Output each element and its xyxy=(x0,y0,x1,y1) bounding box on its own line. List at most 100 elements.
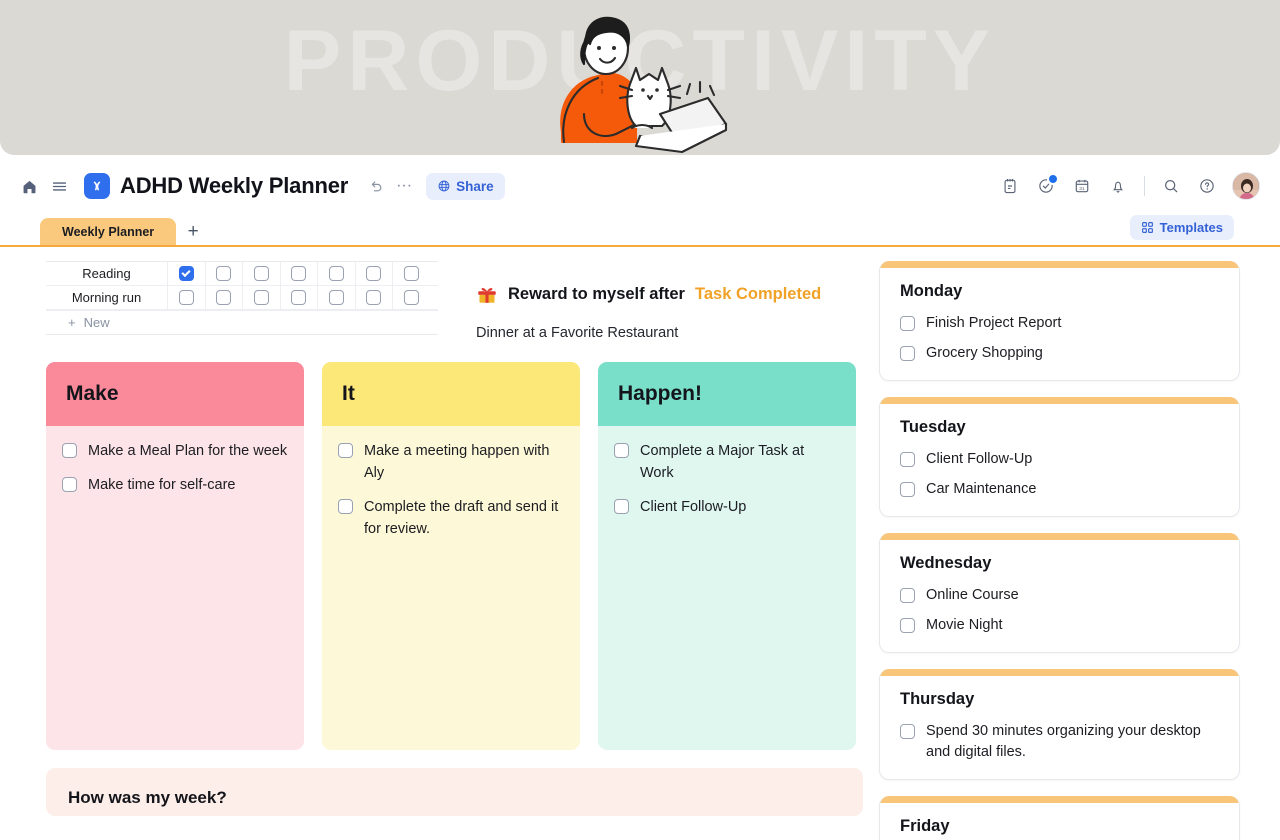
habit-day-cell[interactable] xyxy=(356,285,393,310)
hamburger-menu-icon[interactable] xyxy=(44,171,74,201)
habit-checkbox[interactable] xyxy=(178,266,194,281)
notepad-icon[interactable] xyxy=(995,171,1025,201)
search-icon[interactable] xyxy=(1156,171,1186,201)
home-icon[interactable] xyxy=(14,171,44,201)
task-label: Complete a Major Task at Work xyxy=(640,443,805,481)
day-card-accent-strip xyxy=(880,796,1239,803)
list-item[interactable]: Client Follow-Up xyxy=(614,496,840,518)
list-item[interactable]: Spend 30 minutes organizing your desktop… xyxy=(900,721,1219,763)
habit-tracker: Reading Morning run + New xyxy=(46,261,438,341)
task-checkbox[interactable] xyxy=(900,346,915,361)
day-title: Tuesday xyxy=(900,418,966,436)
habit-checkbox[interactable] xyxy=(404,290,420,305)
habit-day-cell[interactable] xyxy=(206,261,243,286)
day-card-body: Friday xyxy=(880,803,1239,840)
habit-checkbox[interactable] xyxy=(404,266,420,281)
task-checkbox[interactable] xyxy=(338,443,353,458)
habit-day-cell[interactable] xyxy=(281,261,318,286)
list-item[interactable]: Client Follow-Up xyxy=(900,449,1219,470)
list-item[interactable]: Grocery Shopping xyxy=(900,343,1219,364)
task-checkbox[interactable] xyxy=(338,499,353,514)
task-check-icon[interactable] xyxy=(1031,171,1061,201)
task-checkbox[interactable] xyxy=(900,724,915,739)
add-tab-button[interactable]: + xyxy=(176,218,210,245)
tab-bar: Weekly Planner + Templates xyxy=(0,215,1280,247)
app-logo-icon[interactable] xyxy=(84,173,110,199)
habit-checkbox[interactable] xyxy=(253,290,269,305)
table-row[interactable]: Reading xyxy=(46,261,438,286)
share-button[interactable]: Share xyxy=(426,172,505,200)
task-checkbox[interactable] xyxy=(900,452,915,467)
habit-checkbox[interactable] xyxy=(328,290,344,305)
list-item[interactable]: Make a Meal Plan for the week xyxy=(62,440,288,462)
list-item[interactable]: Make time for self-care xyxy=(62,474,288,496)
templates-label: Templates xyxy=(1159,220,1223,235)
habit-day-cell[interactable] xyxy=(318,261,356,286)
habit-checkbox[interactable] xyxy=(216,266,232,281)
undo-icon[interactable] xyxy=(362,172,390,200)
habit-day-cell[interactable] xyxy=(243,285,281,310)
list-item[interactable]: Finish Project Report xyxy=(900,313,1219,334)
list-item[interactable]: Complete the draft and send it for revie… xyxy=(338,496,564,540)
templates-button[interactable]: Templates xyxy=(1129,215,1234,240)
share-label: Share xyxy=(456,178,494,194)
habit-checkbox[interactable] xyxy=(178,290,194,305)
task-checkbox[interactable] xyxy=(900,482,915,497)
habit-checkbox[interactable] xyxy=(216,290,232,305)
habit-day-cell[interactable] xyxy=(168,261,206,286)
habit-table: Reading Morning run + New xyxy=(46,261,438,335)
app-window: PRODUCTIVITY ADHD Weekly Planner ··· Sha… xyxy=(0,0,1280,840)
add-habit-row-button[interactable]: + New xyxy=(46,310,438,334)
habit-day-cell[interactable] xyxy=(356,261,393,286)
habit-name: Reading xyxy=(46,261,168,286)
list-item[interactable]: Make a meeting happen with Aly xyxy=(338,440,564,484)
habit-day-cell[interactable] xyxy=(206,285,243,310)
task-checkbox[interactable] xyxy=(614,443,629,458)
day-card-tuesday: Tuesday Client Follow-Up Car Maintenance xyxy=(879,397,1240,517)
cover-banner[interactable]: PRODUCTIVITY xyxy=(0,0,1280,155)
user-avatar[interactable] xyxy=(1232,172,1260,200)
habit-day-cell[interactable] xyxy=(393,262,431,286)
task-checkbox[interactable] xyxy=(62,477,77,492)
help-icon[interactable] xyxy=(1192,171,1222,201)
more-options-button[interactable]: ··· xyxy=(390,172,418,200)
table-row[interactable]: Morning run xyxy=(46,285,438,310)
day-card-wednesday: Wednesday Online Course Movie Night xyxy=(879,533,1240,653)
list-item[interactable]: Movie Night xyxy=(900,615,1219,636)
habit-day-cell[interactable] xyxy=(393,286,431,310)
habit-checkbox[interactable] xyxy=(328,266,344,281)
page-title[interactable]: ADHD Weekly Planner xyxy=(120,173,348,199)
habit-checkbox[interactable] xyxy=(366,266,382,281)
task-checkbox[interactable] xyxy=(900,588,915,603)
habit-checkbox[interactable] xyxy=(291,290,307,305)
task-checkbox[interactable] xyxy=(900,316,915,331)
habit-checkbox[interactable] xyxy=(291,266,307,281)
grid-icon xyxy=(1141,221,1154,234)
habit-day-cell[interactable] xyxy=(318,285,356,310)
habit-checkbox[interactable] xyxy=(366,290,382,305)
task-checkbox[interactable] xyxy=(62,443,77,458)
habit-day-cell[interactable] xyxy=(243,261,281,286)
habit-checkbox[interactable] xyxy=(253,266,269,281)
list-item[interactable]: Online Course xyxy=(900,585,1219,606)
calendar-icon[interactable]: 31 xyxy=(1067,171,1097,201)
habit-day-cell[interactable] xyxy=(168,285,206,310)
day-card-monday: Monday Finish Project Report Grocery Sho… xyxy=(879,261,1240,381)
card-it: It Make a meeting happen with Aly Comple… xyxy=(322,362,580,750)
day-card-body: Wednesday Online Course Movie Night xyxy=(880,540,1239,652)
reward-description[interactable]: Dinner at a Favorite Restaurant xyxy=(476,325,863,341)
day-card-body: Monday Finish Project Report Grocery Sho… xyxy=(880,268,1239,380)
list-item[interactable]: Complete a Major Task at Work xyxy=(614,440,840,484)
person-with-cat-and-laptop-illustration xyxy=(540,6,740,155)
list-item[interactable]: Car Maintenance xyxy=(900,479,1219,500)
tab-weekly-planner[interactable]: Weekly Planner xyxy=(40,218,177,245)
bell-icon[interactable] xyxy=(1103,171,1133,201)
reflection-title: How was my week? xyxy=(68,788,227,807)
habit-day-cell[interactable] xyxy=(281,285,318,310)
document-toolbar: ADHD Weekly Planner ··· Share 31 xyxy=(0,155,1280,217)
task-label: Client Follow-Up xyxy=(926,451,1033,467)
day-card-accent-strip xyxy=(880,397,1239,404)
reward-heading: Reward to myself after Task Completed xyxy=(476,283,863,305)
task-checkbox[interactable] xyxy=(614,499,629,514)
task-checkbox[interactable] xyxy=(900,618,915,633)
